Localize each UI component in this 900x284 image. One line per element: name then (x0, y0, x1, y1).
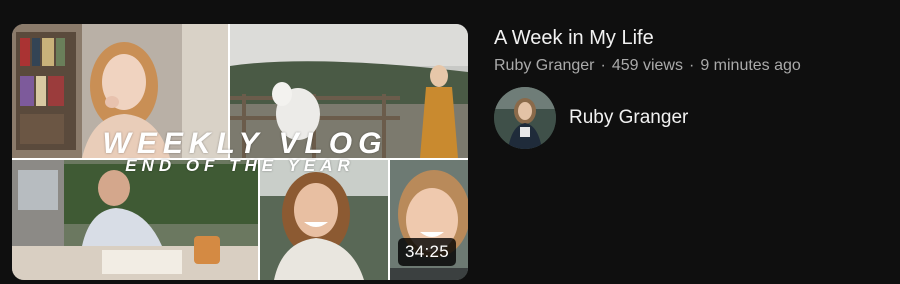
upload-time: 9 minutes ago (700, 57, 801, 74)
video-details: A Week in My Life Ruby Granger · 459 views… (494, 24, 894, 149)
channel-name-link[interactable]: Ruby Granger (494, 57, 595, 74)
meta-separator: · (688, 57, 695, 74)
video-thumbnail[interactable]: WEEKLY VLOG END OF THE YEAR 34:25 (12, 24, 468, 280)
view-count: 459 views (611, 57, 683, 74)
video-result-row[interactable]: WEEKLY VLOG END OF THE YEAR 34:25 A Week… (0, 0, 900, 284)
video-metadata: Ruby Granger · 459 views · 9 minutes ago (494, 55, 894, 77)
channel-row[interactable]: Ruby Granger (494, 87, 894, 149)
channel-name[interactable]: Ruby Granger (569, 107, 688, 129)
meta-separator: · (600, 57, 606, 74)
video-duration-badge: 34:25 (397, 238, 456, 266)
channel-avatar-icon[interactable] (494, 87, 556, 149)
video-title[interactable]: A Week in My Life (494, 25, 894, 51)
